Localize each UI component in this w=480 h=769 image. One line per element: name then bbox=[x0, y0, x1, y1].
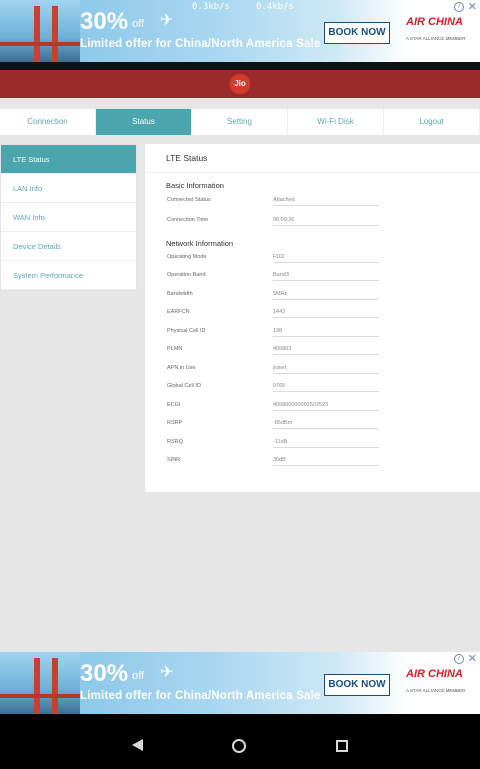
ad-close-icon[interactable]: ✕ bbox=[468, 0, 477, 13]
ad-brand-tagline: A STAR ALLIANCE MEMBER bbox=[406, 36, 466, 41]
lte-status-panel: LTE Status Basic Information Connected S… bbox=[144, 144, 480, 492]
info-value: 198 bbox=[273, 328, 379, 337]
info-value: 1443 bbox=[273, 309, 379, 318]
tab-setting[interactable]: Setting bbox=[192, 109, 288, 135]
info-value: 405860000002502523 bbox=[273, 402, 379, 411]
info-label: Bandwidth bbox=[167, 291, 193, 297]
info-label: SINR bbox=[167, 457, 181, 463]
info-row-plmn: PLMN 405863 bbox=[167, 346, 467, 358]
info-label: EARFCN bbox=[167, 309, 190, 315]
bridge-image bbox=[0, 0, 80, 62]
ad-discount: 30% bbox=[80, 660, 129, 687]
info-label: Physical Cell ID bbox=[167, 328, 206, 334]
sidebar: LTE Status LAN Info WAN Info Device Deta… bbox=[0, 144, 137, 291]
title-divider bbox=[145, 172, 480, 173]
info-value: jionet bbox=[273, 365, 379, 374]
info-row-rsrp: RSRP -85dBm bbox=[167, 420, 467, 432]
tab-status[interactable]: Status bbox=[96, 109, 192, 135]
status-strip bbox=[0, 62, 480, 70]
info-value: Band3 bbox=[273, 272, 379, 281]
info-row-ecgi: ECGI 405860000002502523 bbox=[167, 402, 467, 414]
tab-connection[interactable]: Connection bbox=[0, 109, 96, 135]
recent-apps-icon[interactable] bbox=[336, 740, 348, 752]
main-nav: Connection Status Setting Wi-Fi Disk Log… bbox=[0, 109, 480, 135]
ad-book-now-button[interactable]: BOOK NOW bbox=[324, 674, 390, 696]
info-label: Global Cell ID bbox=[167, 383, 201, 389]
info-value: 5MHz bbox=[273, 291, 379, 300]
info-row-global-cell-id: Global Cell ID 9765 bbox=[167, 383, 467, 395]
info-row-physical-cell-id: Physical Cell ID 198 bbox=[167, 328, 467, 340]
bridge-image bbox=[0, 652, 80, 714]
jio-logo: Jio bbox=[230, 74, 250, 94]
tab-wifi-disk[interactable]: Wi-Fi Disk bbox=[288, 109, 384, 135]
info-value: FDD bbox=[273, 254, 379, 263]
ad-info-icon[interactable]: i bbox=[454, 654, 464, 664]
info-row-earfcn: EARFCN 1443 bbox=[167, 309, 467, 321]
ad-off-label: off bbox=[132, 670, 145, 682]
info-label: PLMN bbox=[167, 346, 183, 352]
ad-off-label: off bbox=[132, 18, 145, 30]
info-row-rsrq: RSRQ -11dB bbox=[167, 439, 467, 451]
ad-banner-bottom[interactable]: 30% off ✈ Limited offer for China/North … bbox=[0, 652, 480, 714]
ad-brand-logo: AIR CHINA bbox=[406, 16, 463, 28]
android-nav-bar bbox=[0, 714, 480, 769]
info-row-sinr: SINR 30dB bbox=[167, 457, 467, 469]
sidebar-item-wan-info[interactable]: WAN Info bbox=[1, 203, 136, 232]
ad-close-icon[interactable]: ✕ bbox=[468, 652, 477, 665]
info-label: RSRQ bbox=[167, 439, 183, 445]
ad-offer-text: Limited offer for China/North America Sa… bbox=[80, 38, 321, 50]
tab-logout[interactable]: Logout bbox=[384, 109, 480, 135]
info-row-operating-mode: Operating Mode FDD bbox=[167, 254, 467, 266]
ad-brand-tagline: A STAR ALLIANCE MEMBER bbox=[406, 688, 466, 693]
sidebar-item-lan-info[interactable]: LAN Info bbox=[1, 174, 136, 203]
ad-brand-logo: AIR CHINA bbox=[406, 668, 463, 680]
sidebar-item-system-performance[interactable]: System Performance bbox=[1, 261, 136, 290]
app-header: Jio bbox=[0, 70, 480, 98]
page-title: LTE Status bbox=[166, 153, 208, 163]
info-row-bandwidth: Bandwidth 5MHz bbox=[167, 291, 467, 303]
info-label: APN in Use bbox=[167, 365, 196, 371]
upload-speed: 0.4kb/s bbox=[256, 2, 294, 12]
info-value: Attached bbox=[273, 197, 379, 206]
info-row-operation-band: Operation Band Band3 bbox=[167, 272, 467, 284]
info-value: 405863 bbox=[273, 346, 379, 355]
sidebar-item-lte-status[interactable]: LTE Status bbox=[1, 145, 136, 174]
info-label: Connection Time bbox=[167, 217, 209, 223]
airplane-icon: ✈ bbox=[160, 12, 174, 29]
info-value: 30dB bbox=[273, 457, 379, 466]
info-label: RSRP bbox=[167, 420, 183, 426]
info-value: 9765 bbox=[273, 383, 379, 392]
info-value: 06:09:36 bbox=[273, 217, 379, 226]
info-row-apn-in-use: APN in Use jionet bbox=[167, 365, 467, 377]
ad-banner-top[interactable]: 0.3kb/s 0.4kb/s 30% off ✈ Limited offer … bbox=[0, 0, 480, 62]
info-value: -85dBm bbox=[273, 420, 379, 429]
info-value: -11dB bbox=[273, 439, 379, 448]
sidebar-item-device-details[interactable]: Device Details bbox=[1, 232, 136, 261]
info-label: Connected Status bbox=[167, 197, 211, 203]
ad-info-icon[interactable]: i bbox=[454, 2, 464, 12]
section-basic-information: Basic Information bbox=[166, 181, 224, 190]
section-network-information: Network Information bbox=[166, 239, 234, 248]
home-icon[interactable] bbox=[232, 739, 246, 753]
airplane-icon: ✈ bbox=[160, 664, 174, 681]
info-label: Operating Mode bbox=[167, 254, 207, 260]
info-label: ECGI bbox=[167, 402, 181, 408]
ad-discount: 30% bbox=[80, 8, 129, 35]
download-speed: 0.3kb/s bbox=[192, 2, 230, 12]
back-icon[interactable] bbox=[132, 739, 143, 751]
ad-offer-text: Limited offer for China/North America Sa… bbox=[80, 690, 321, 702]
ad-book-now-button[interactable]: BOOK NOW bbox=[324, 22, 390, 44]
info-row-connection-time: Connection Time 06:09:36 bbox=[167, 217, 467, 229]
info-label: Operation Band bbox=[167, 272, 206, 278]
info-row-connected-status: Connected Status Attached bbox=[167, 197, 467, 209]
